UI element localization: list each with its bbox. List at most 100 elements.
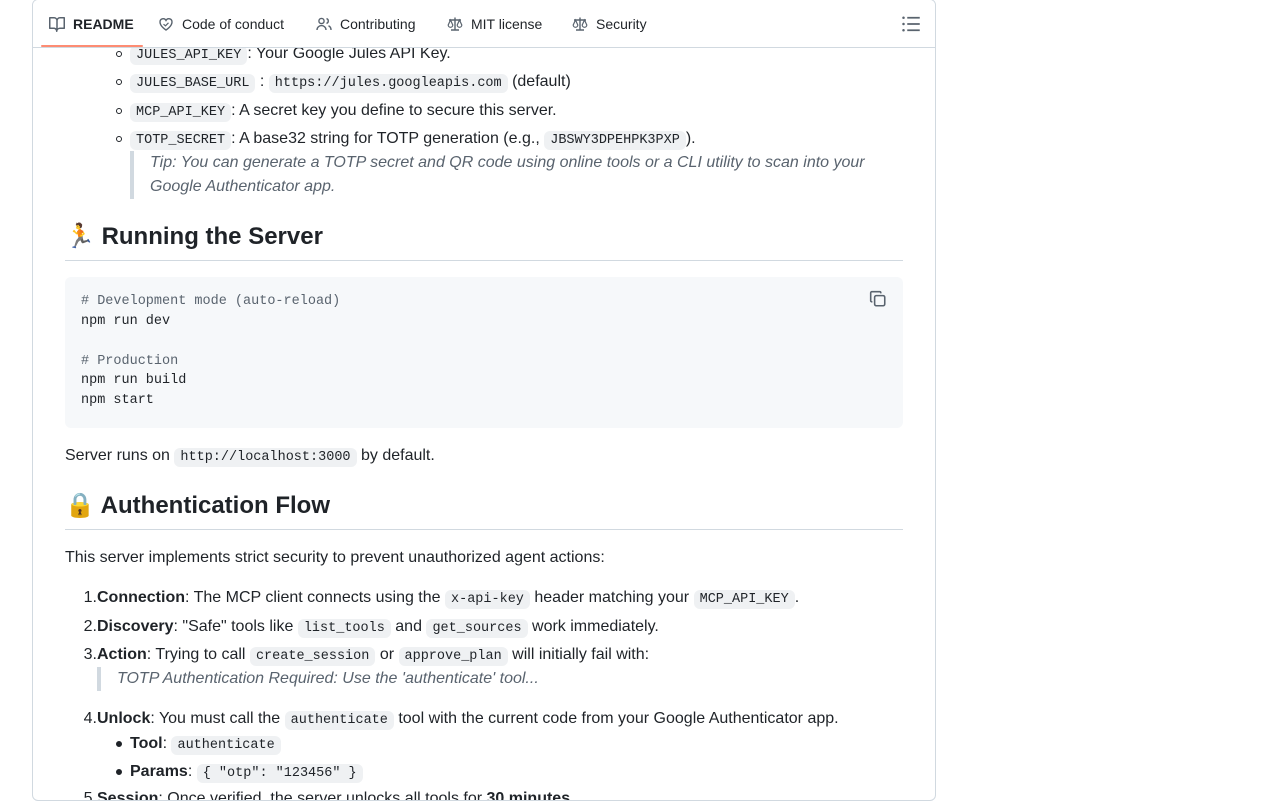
step-text: . [794,589,800,606]
step-text: : The MCP client connects using the [185,589,441,606]
tab-code-of-conduct[interactable]: Code of conduct [158,0,284,48]
code-line: npm run build [81,373,187,388]
env-var-item: MCP_API_KEY: A secret key you define to … [130,99,557,125]
env-var-end: ). [685,130,696,147]
step-title: Discovery [97,618,174,635]
lock-emoji: 🔒 [65,492,95,519]
step-number: 1. [83,589,97,606]
sub-item-label: Tool [130,735,163,752]
error-quote-text: TOTP Authentication Required: Use the 'a… [117,670,539,687]
readme-tab-bar: README Code of conduct Contributing MIT … [33,0,935,48]
active-tab-indicator [41,45,143,47]
step-text: will initially fail with: [512,646,650,663]
step-title: Action [97,646,147,663]
env-var-name: MCP_API_KEY [130,103,232,122]
env-var-desc: : A base32 string for TOTP generation (e… [231,130,540,147]
env-var-example: JBSWY3DPEHPK3PXP [544,131,686,150]
env-var-sep: : [259,73,265,90]
tab-contributing-label: Contributing [340,16,416,32]
tab-mit-license[interactable]: MIT license [447,0,542,48]
auth-heading: 🔒 Authentication Flow [65,491,330,521]
sub-item-code: authenticate [171,736,281,755]
env-var-suffix: (default) [512,73,571,90]
step-number: 4. [83,710,97,727]
list-unordered-icon[interactable] [901,14,921,34]
readme-panel: README Code of conduct Contributing MIT … [32,0,936,801]
step-bold: 30 minutes [486,790,571,801]
sub-item-sep: : [187,763,193,780]
running-heading-text: Running the Server [101,223,323,250]
step-text: : You must call the [150,710,281,727]
people-icon [316,17,332,31]
server-url: http://localhost:3000 [174,448,357,467]
step-action: Action: Trying to call create_session or… [97,643,649,669]
code-line: # Production [81,354,179,369]
step-title: Unlock [97,710,151,727]
tab-security[interactable]: Security [572,0,647,48]
step-text: header matching your [534,589,690,606]
step-text: : Trying to call [146,646,246,663]
error-blockquote: TOTP Authentication Required: Use the 'a… [97,667,877,691]
step-code: MCP_API_KEY [693,590,795,609]
tip-blockquote: Tip: You can generate a TOTP secret and … [130,151,910,199]
server-prefix: Server runs on [65,447,170,464]
step-code: list_tools [297,619,391,638]
heading-divider [65,260,903,261]
code-block: # Development mode (auto-reload) npm run… [65,277,903,428]
tab-mit-license-label: MIT license [471,16,543,32]
list-bullet [116,108,122,114]
tab-readme[interactable]: README [49,0,134,48]
step-session: Session: Once verified, the server unloc… [97,787,575,801]
env-var-name: JULES_BASE_URL [130,74,256,93]
runner-emoji: 🏃 [65,223,95,250]
step-text: work immediately. [532,618,659,635]
env-var-item: JULES_BASE_URL : https://jules.googleapi… [130,70,571,96]
step-text: : Once verified, the server unlocks all … [158,790,483,801]
step-unlock: Unlock: You must call the authenticate t… [97,707,839,733]
env-var-item: TOTP_SECRET: A base32 string for TOTP ge… [130,127,696,153]
step-text: or [379,646,395,663]
book-icon [49,16,65,32]
sub-item-tool: Tool: authenticate [130,732,281,758]
step-code: x-api-key [445,590,530,609]
tab-code-of-conduct-label: Code of conduct [182,16,284,32]
code-line: npm run dev [81,314,171,329]
step-text: tool with the current code from your Goo… [398,710,839,727]
running-heading: 🏃 Running the Server [65,222,323,252]
step-code: approve_plan [398,647,508,666]
list-bullet [116,51,122,57]
copy-icon[interactable] [869,290,887,308]
server-suffix: by default. [360,447,435,464]
tab-contributing[interactable]: Contributing [316,0,416,48]
heading-divider [65,529,903,530]
list-bullet [116,769,122,775]
step-text: : "Safe" tools like [173,618,294,635]
step-connection: Connection: The MCP client connects usin… [97,586,799,612]
code-line: npm start [81,393,154,408]
sub-item-label: Params [130,763,188,780]
law-icon [447,17,463,31]
step-number: 2. [83,618,97,635]
step-number: 3. [83,646,97,663]
law-icon [572,17,588,31]
env-var-desc: : A secret key you define to secure this… [231,102,557,119]
env-var-name: JULES_API_KEY [130,46,248,65]
tip-line-2: Google Authenticator app. [150,178,336,195]
step-code: create_session [249,647,376,666]
sub-item-params: Params: { "otp": "123456" } [130,760,363,786]
step-title: Session [97,790,159,801]
step-title: Connection [97,589,185,606]
step-code: get_sources [426,619,528,638]
list-bullet [116,136,122,142]
step-text: . [570,790,575,801]
env-var-value: https://jules.googleapis.com [268,74,508,93]
sub-item-sep: : [162,735,168,752]
list-bullet [116,79,122,85]
step-number: 5. [83,790,97,801]
env-var-name: TOTP_SECRET [130,131,232,150]
auth-intro: This server implements strict security t… [65,549,605,566]
tab-readme-label: README [73,16,134,32]
step-text: and [395,618,422,635]
auth-heading-text: Authentication Flow [100,492,330,519]
heart-icon [159,18,173,31]
